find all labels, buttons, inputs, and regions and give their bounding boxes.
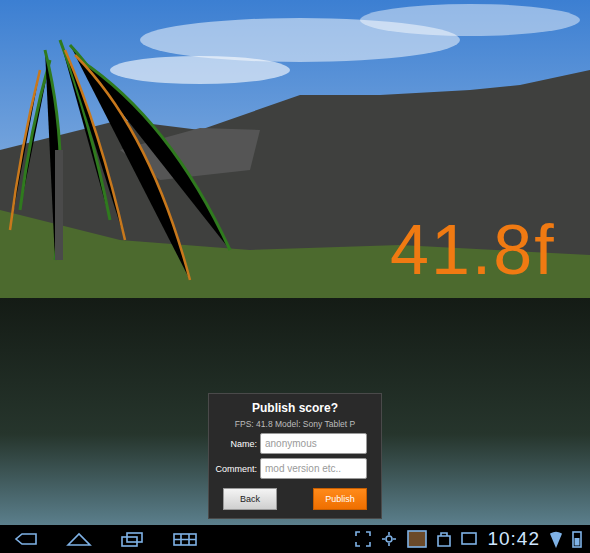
screen-icon[interactable] — [461, 531, 477, 547]
publish-dialog: Publish score? FPS: 41.8 Model: Sony Tabl… — [208, 393, 382, 519]
battery-icon — [572, 530, 582, 548]
button-row: Back Publish — [215, 483, 375, 510]
back-icon[interactable] — [14, 530, 38, 548]
fullscreen-icon[interactable] — [355, 531, 371, 547]
screenshot-icon[interactable] — [407, 530, 427, 548]
text-field[interactable] — [260, 458, 367, 479]
system-bar: 10:42 — [0, 525, 590, 553]
settings-icon[interactable] — [381, 531, 397, 547]
clock: 10:42 — [487, 528, 540, 550]
dialog-title: Publish score? — [215, 401, 375, 415]
nav-buttons — [14, 530, 198, 548]
field-row: Comment: — [215, 458, 375, 479]
back-button[interactable]: Back — [223, 488, 277, 510]
field-row: Name: — [215, 433, 375, 454]
publish-button[interactable]: Publish — [313, 488, 367, 510]
text-field[interactable] — [260, 433, 367, 454]
apps-grid-icon[interactable] — [172, 530, 198, 548]
dialog-info: FPS: 41.8 Model: Sony Tablet P — [215, 419, 375, 429]
wifi-icon — [550, 530, 562, 548]
tablet-screen: 41.8f Publish score? FPS: 41.8 Model: Sony… — [0, 0, 590, 553]
notification-area: 10:42 — [355, 528, 582, 550]
market-icon[interactable] — [437, 531, 451, 547]
home-icon[interactable] — [66, 530, 92, 548]
benchmark-scene: 41.8f Publish score? FPS: 41.8 Model: Sony… — [0, 0, 590, 525]
field-label: Comment: — [215, 464, 257, 474]
recent-apps-icon[interactable] — [120, 530, 144, 548]
fps-readout: 41.8f — [390, 212, 556, 289]
field-label: Name: — [215, 439, 257, 449]
